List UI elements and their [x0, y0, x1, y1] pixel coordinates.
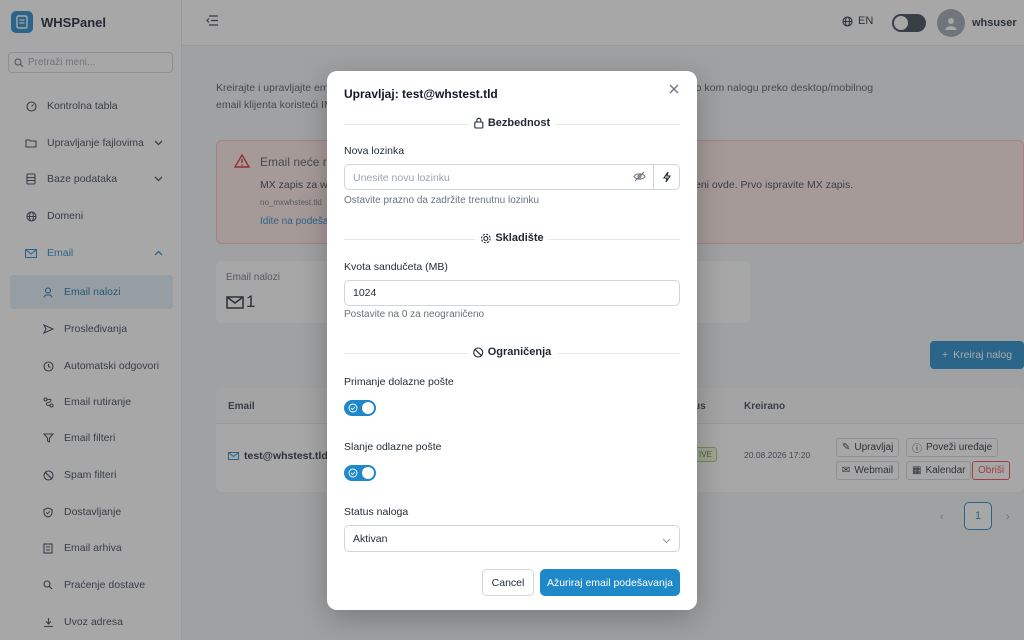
close-icon[interactable]: [669, 84, 679, 97]
section-heading: Skladište: [475, 232, 549, 244]
block-icon: [473, 346, 484, 358]
lightning-icon: [663, 171, 671, 183]
manage-account-modal: Upravljaj: test@whstest.tld Bezbednost N…: [327, 71, 697, 610]
outgoing-mail-toggle[interactable]: [344, 465, 376, 481]
password-placeholder: Unesite novu lozinku: [353, 172, 450, 184]
generate-password-button[interactable]: [653, 165, 680, 189]
section-heading: Bezbednost: [468, 117, 556, 129]
modal-title: Upravljaj: test@whstest.tld: [344, 87, 498, 101]
section-security-label: Bezbednost: [487, 117, 551, 129]
section-heading: Ograničenja: [467, 346, 557, 358]
eye-off-icon[interactable]: [633, 171, 646, 185]
section-limits: Ograničenja: [344, 346, 680, 360]
quota-label: Kvota sandučeta (MB): [344, 261, 448, 273]
password-field[interactable]: Unesite novu lozinku: [344, 164, 680, 190]
section-storage-label: Skladište: [495, 232, 544, 244]
status-label: Status naloga: [344, 506, 409, 518]
status-value: Aktivan: [353, 532, 388, 545]
quota-input[interactable]: 1024: [344, 280, 680, 306]
check-icon: [348, 468, 358, 478]
section-storage: Skladište: [344, 232, 680, 246]
section-limits-label: Ograničenja: [487, 346, 552, 358]
password-label: Nova lozinka: [344, 145, 405, 157]
chevron-down-icon: [662, 535, 671, 547]
gear-icon: [480, 233, 491, 243]
check-icon: [348, 403, 358, 413]
incoming-mail-toggle[interactable]: [344, 400, 376, 416]
status-select[interactable]: Aktivan: [344, 525, 680, 552]
password-help: Ostavite prazno da zadržite trenutnu loz…: [344, 195, 540, 206]
quota-help: Postavite na 0 za neograničeno: [344, 309, 485, 320]
incoming-mail-label: Primanje dolazne pošte: [344, 376, 454, 388]
lock-icon: [474, 117, 484, 129]
update-settings-button[interactable]: Ažuriraj email podešavanja: [540, 569, 680, 596]
outgoing-mail-label: Slanje odlazne pošte: [344, 441, 442, 453]
cancel-button[interactable]: Cancel: [482, 569, 534, 596]
section-security: Bezbednost: [344, 117, 680, 131]
